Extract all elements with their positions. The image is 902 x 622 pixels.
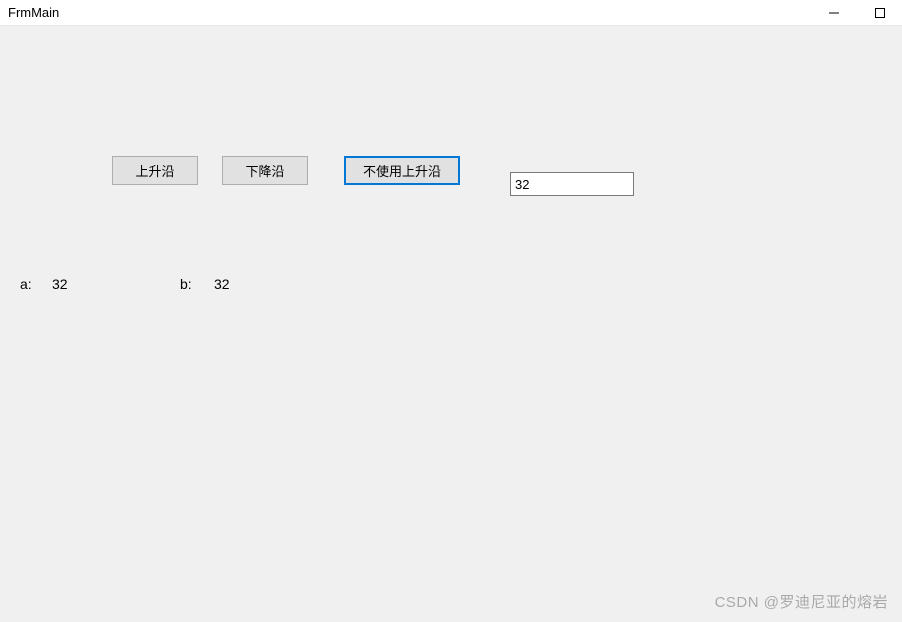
watermark: CSDN @罗迪尼亚的熔岩	[715, 591, 888, 612]
value-input[interactable]	[510, 172, 634, 196]
value-b: 32	[214, 276, 230, 292]
maximize-icon	[875, 8, 885, 18]
maximize-button[interactable]	[866, 3, 894, 23]
rising-edge-button[interactable]: 上升沿	[112, 156, 198, 185]
minimize-icon	[829, 8, 839, 18]
disable-rising-edge-button[interactable]: 不使用上升沿	[344, 156, 460, 185]
label-a: a:	[20, 276, 32, 292]
client-area: 上升沿 下降沿 不使用上升沿 a: 32 b: 32 CSDN @罗迪尼亚的熔岩	[0, 26, 902, 622]
window-title: FrmMain	[8, 5, 59, 20]
titlebar-left: FrmMain	[8, 5, 59, 20]
falling-edge-button[interactable]: 下降沿	[222, 156, 308, 185]
minimize-button[interactable]	[820, 3, 848, 23]
titlebar-controls	[820, 3, 898, 23]
label-b: b:	[180, 276, 192, 292]
value-a: 32	[52, 276, 68, 292]
titlebar: FrmMain	[0, 0, 902, 26]
